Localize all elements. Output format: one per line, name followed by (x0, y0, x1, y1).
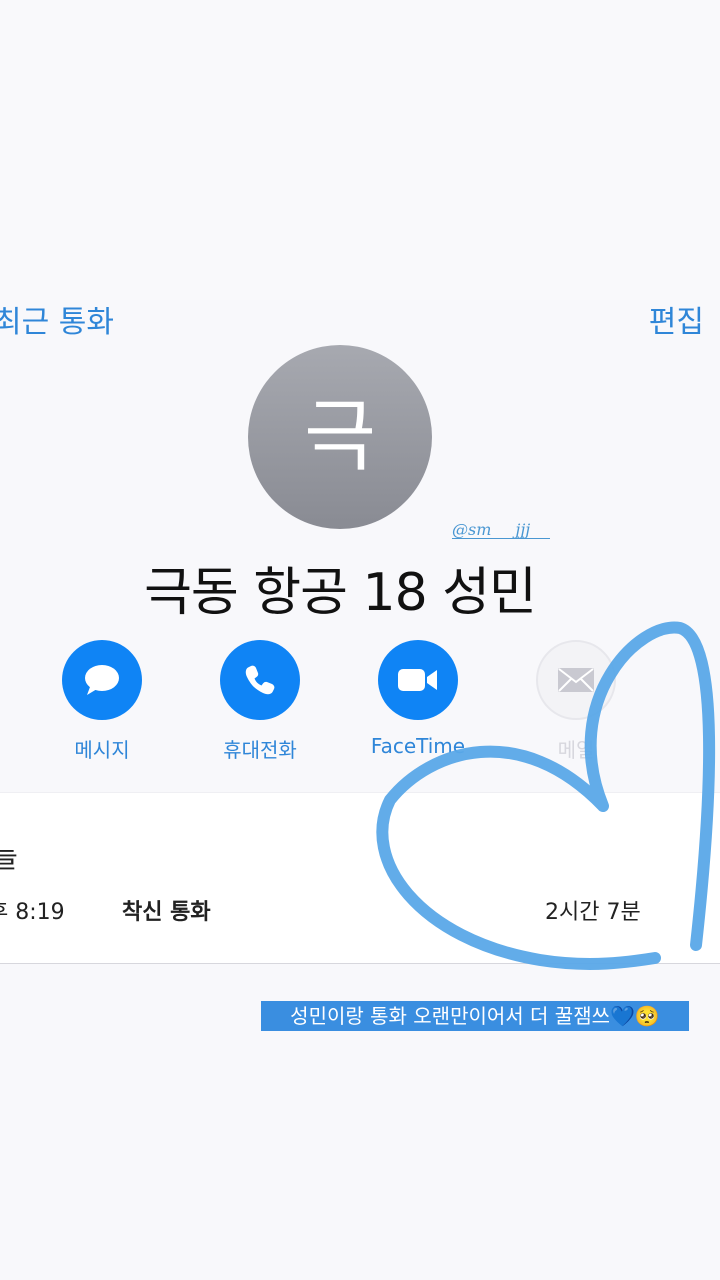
contact-name: 극동 항공 18 성민 (144, 563, 537, 623)
message-icon (85, 665, 119, 695)
avatar: 극 (248, 345, 432, 529)
facetime-label: FaceTime (370, 734, 466, 758)
facetime-button[interactable]: FaceTime (368, 640, 468, 758)
video-icon (398, 669, 437, 691)
top-blank-area (0, 0, 720, 300)
mobile-call-circle[interactable] (220, 640, 300, 720)
phone-icon (245, 665, 275, 695)
message-label: 메시지 (74, 738, 130, 762)
sticker-underline (452, 538, 550, 539)
call-type: 착신 통화 (122, 900, 211, 925)
call-time: 후 8:19 (0, 900, 65, 925)
message-button[interactable]: 메시지 (52, 640, 152, 763)
back-button[interactable]: 최근 통화 (0, 297, 114, 341)
facetime-circle[interactable] (378, 640, 458, 720)
edit-button[interactable]: 편집 (649, 297, 704, 341)
message-circle[interactable] (62, 640, 142, 720)
mail-button[interactable]: 메일 (526, 640, 626, 763)
mail-icon (558, 668, 594, 692)
sticker-handle: @sm___jjj (452, 520, 531, 539)
mobile-call-label: 휴대전화 (223, 738, 297, 762)
call-duration: 2시간 7분 (545, 900, 641, 925)
recent-calls-card (0, 792, 720, 964)
story-caption: 성민이랑 통화 오랜만이어서 더 꿀잼쓰💙🥺 (261, 1001, 689, 1031)
mail-label: 메일 (557, 738, 595, 762)
mail-circle[interactable] (536, 640, 616, 720)
avatar-initial: 극 (304, 392, 376, 482)
recent-day-label: 늘 (0, 841, 18, 874)
mobile-call-button[interactable]: 휴대전화 (210, 640, 310, 763)
